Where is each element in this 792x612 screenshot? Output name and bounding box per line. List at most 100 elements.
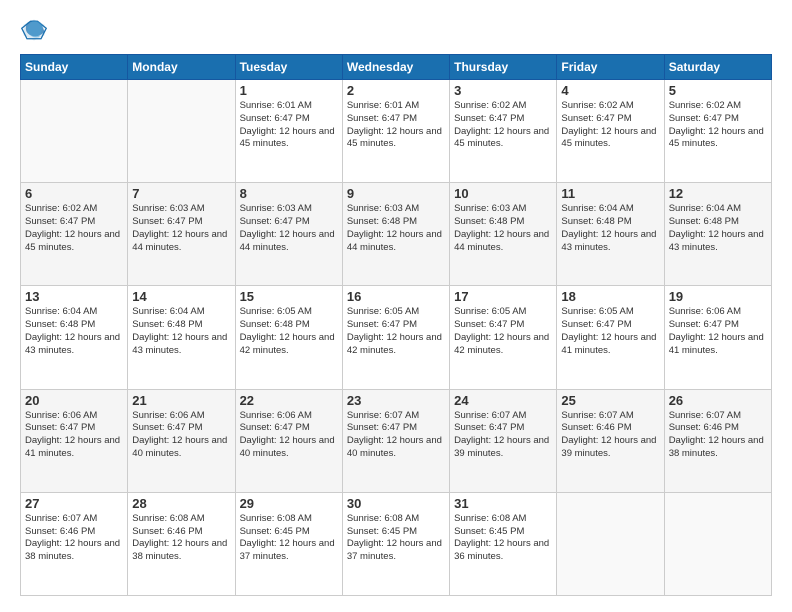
calendar-cell [557, 492, 664, 595]
day-info: Sunrise: 6:04 AM Sunset: 6:48 PM Dayligh… [132, 306, 230, 357]
day-number: 5 [669, 83, 767, 98]
calendar-week-row: 27 Sunrise: 6:07 AM Sunset: 6:46 PM Dayli… [21, 492, 772, 595]
day-number: 21 [132, 393, 230, 408]
day-number: 2 [347, 83, 445, 98]
day-info: Sunrise: 6:08 AM Sunset: 6:45 PM Dayligh… [454, 513, 552, 564]
day-info: Sunrise: 6:07 AM Sunset: 6:46 PM Dayligh… [669, 410, 767, 461]
calendar-cell: 25Sunrise: 6:07 AM Sunset: 6:46 PM Dayli… [557, 389, 664, 492]
calendar-cell: 11 Sunrise: 6:04 AM Sunset: 6:48 PM Dayli… [557, 183, 664, 286]
day-info: Sunrise: 6:02 AM Sunset: 6:47 PM Dayligh… [25, 203, 123, 254]
calendar-cell: 15 Sunrise: 6:05 AM Sunset: 6:48 PM Dayli… [235, 286, 342, 389]
day-info: Sunrise: 6:02 AM Sunset: 6:47 PM Dayligh… [669, 100, 767, 151]
day-number: 29 [240, 496, 338, 511]
day-info: Sunrise: 6:03 AM Sunset: 6:47 PM Dayligh… [132, 203, 230, 254]
day-number: 20 [25, 393, 123, 408]
calendar-cell: 30 Sunrise: 6:08 AM Sunset: 6:45 PM Dayli… [342, 492, 449, 595]
calendar-cell: 2 Sunrise: 6:01 AM Sunset: 6:47 PM Daylig… [342, 80, 449, 183]
calendar-cell: 22 Sunrise: 6:06 AM Sunset: 6:47 PM Dayli… [235, 389, 342, 492]
day-info: Sunrise: 6:07 AM Sunset: 6:46 PM Dayligh… [561, 410, 659, 461]
day-info: Sunrise: 6:06 AM Sunset: 6:47 PM Dayligh… [25, 410, 123, 461]
day-number: 6 [25, 186, 123, 201]
day-info: Sunrise: 6:01 AM Sunset: 6:47 PM Dayligh… [347, 100, 445, 151]
day-info: Sunrise: 6:08 AM Sunset: 6:45 PM Dayligh… [347, 513, 445, 564]
day-info: Sunrise: 6:04 AM Sunset: 6:48 PM Dayligh… [669, 203, 767, 254]
weekday-header-friday: Friday [557, 55, 664, 80]
calendar-cell: 9 Sunrise: 6:03 AM Sunset: 6:48 PM Daylig… [342, 183, 449, 286]
weekday-header-tuesday: Tuesday [235, 55, 342, 80]
day-number: 15 [240, 289, 338, 304]
day-number: 12 [669, 186, 767, 201]
calendar-cell: 6 Sunrise: 6:02 AM Sunset: 6:47 PM Daylig… [21, 183, 128, 286]
weekday-header-monday: Monday [128, 55, 235, 80]
header [20, 16, 772, 44]
day-info: Sunrise: 6:03 AM Sunset: 6:48 PM Dayligh… [347, 203, 445, 254]
calendar-week-row: 20 Sunrise: 6:06 AM Sunset: 6:47 PM Dayli… [21, 389, 772, 492]
calendar-cell [21, 80, 128, 183]
weekday-header-wednesday: Wednesday [342, 55, 449, 80]
calendar-table: SundayMondayTuesdayWednesdayThursdayFrid… [20, 54, 772, 596]
calendar-cell [128, 80, 235, 183]
calendar-cell: 16 Sunrise: 6:05 AM Sunset: 6:47 PM Dayli… [342, 286, 449, 389]
calendar-cell: 14 Sunrise: 6:04 AM Sunset: 6:48 PM Dayli… [128, 286, 235, 389]
calendar-cell: 12 Sunrise: 6:04 AM Sunset: 6:48 PM Dayli… [664, 183, 771, 286]
day-number: 13 [25, 289, 123, 304]
day-number: 4 [561, 83, 659, 98]
calendar-cell: 24 Sunrise: 6:07 AM Sunset: 6:47 PM Dayli… [450, 389, 557, 492]
day-number: 1 [240, 83, 338, 98]
calendar-cell: 31Sunrise: 6:08 AM Sunset: 6:45 PM Dayli… [450, 492, 557, 595]
calendar-cell: 1Sunrise: 6:01 AM Sunset: 6:47 PM Daylig… [235, 80, 342, 183]
calendar-cell: 5 Sunrise: 6:02 AM Sunset: 6:47 PM Daylig… [664, 80, 771, 183]
calendar-cell: 3Sunrise: 6:02 AM Sunset: 6:47 PM Daylig… [450, 80, 557, 183]
calendar-cell: 28Sunrise: 6:08 AM Sunset: 6:46 PM Dayli… [128, 492, 235, 595]
day-number: 16 [347, 289, 445, 304]
day-number: 24 [454, 393, 552, 408]
calendar-cell: 27 Sunrise: 6:07 AM Sunset: 6:46 PM Dayli… [21, 492, 128, 595]
page: SundayMondayTuesdayWednesdayThursdayFrid… [0, 0, 792, 612]
calendar-week-row: 1 Sunrise: 6:01 AM Sunset: 6:47 PM Daylig… [21, 80, 772, 183]
day-number: 8 [240, 186, 338, 201]
calendar-cell [664, 492, 771, 595]
weekday-header-saturday: Saturday [664, 55, 771, 80]
day-number: 22 [240, 393, 338, 408]
day-info: Sunrise: 6:05 AM Sunset: 6:47 PM Dayligh… [347, 306, 445, 357]
day-info: Sunrise: 6:06 AM Sunset: 6:47 PM Dayligh… [240, 410, 338, 461]
calendar-cell: 10 Sunrise: 6:03 AM Sunset: 6:48 PM Dayli… [450, 183, 557, 286]
weekday-header-sunday: Sunday [21, 55, 128, 80]
day-number: 3 [454, 83, 552, 98]
calendar-week-row: 6 Sunrise: 6:02 AM Sunset: 6:47 PM Daylig… [21, 183, 772, 286]
day-number: 19 [669, 289, 767, 304]
calendar-cell: 7Sunrise: 6:03 AM Sunset: 6:47 PM Daylig… [128, 183, 235, 286]
day-number: 11 [561, 186, 659, 201]
day-info: Sunrise: 6:04 AM Sunset: 6:48 PM Dayligh… [561, 203, 659, 254]
day-info: Sunrise: 6:03 AM Sunset: 6:48 PM Dayligh… [454, 203, 552, 254]
day-info: Sunrise: 6:05 AM Sunset: 6:47 PM Dayligh… [454, 306, 552, 357]
day-number: 9 [347, 186, 445, 201]
day-info: Sunrise: 6:05 AM Sunset: 6:48 PM Dayligh… [240, 306, 338, 357]
day-number: 18 [561, 289, 659, 304]
day-info: Sunrise: 6:07 AM Sunset: 6:46 PM Dayligh… [25, 513, 123, 564]
day-info: Sunrise: 6:05 AM Sunset: 6:47 PM Dayligh… [561, 306, 659, 357]
day-number: 26 [669, 393, 767, 408]
logo [20, 16, 52, 44]
day-info: Sunrise: 6:02 AM Sunset: 6:47 PM Dayligh… [561, 100, 659, 151]
weekday-header-thursday: Thursday [450, 55, 557, 80]
calendar-cell: 29 Sunrise: 6:08 AM Sunset: 6:45 PM Dayli… [235, 492, 342, 595]
calendar-header-row: SundayMondayTuesdayWednesdayThursdayFrid… [21, 55, 772, 80]
calendar-cell: 4 Sunrise: 6:02 AM Sunset: 6:47 PM Daylig… [557, 80, 664, 183]
day-number: 10 [454, 186, 552, 201]
day-number: 27 [25, 496, 123, 511]
day-number: 17 [454, 289, 552, 304]
day-info: Sunrise: 6:07 AM Sunset: 6:47 PM Dayligh… [347, 410, 445, 461]
day-info: Sunrise: 6:06 AM Sunset: 6:47 PM Dayligh… [669, 306, 767, 357]
calendar-cell: 18 Sunrise: 6:05 AM Sunset: 6:47 PM Dayli… [557, 286, 664, 389]
calendar-cell: 20 Sunrise: 6:06 AM Sunset: 6:47 PM Dayli… [21, 389, 128, 492]
calendar-week-row: 13 Sunrise: 6:04 AM Sunset: 6:48 PM Dayli… [21, 286, 772, 389]
day-info: Sunrise: 6:07 AM Sunset: 6:47 PM Dayligh… [454, 410, 552, 461]
day-info: Sunrise: 6:08 AM Sunset: 6:45 PM Dayligh… [240, 513, 338, 564]
logo-icon [20, 16, 48, 44]
day-info: Sunrise: 6:03 AM Sunset: 6:47 PM Dayligh… [240, 203, 338, 254]
calendar-cell: 19 Sunrise: 6:06 AM Sunset: 6:47 PM Dayli… [664, 286, 771, 389]
day-number: 30 [347, 496, 445, 511]
day-number: 14 [132, 289, 230, 304]
calendar-cell: 17 Sunrise: 6:05 AM Sunset: 6:47 PM Dayli… [450, 286, 557, 389]
